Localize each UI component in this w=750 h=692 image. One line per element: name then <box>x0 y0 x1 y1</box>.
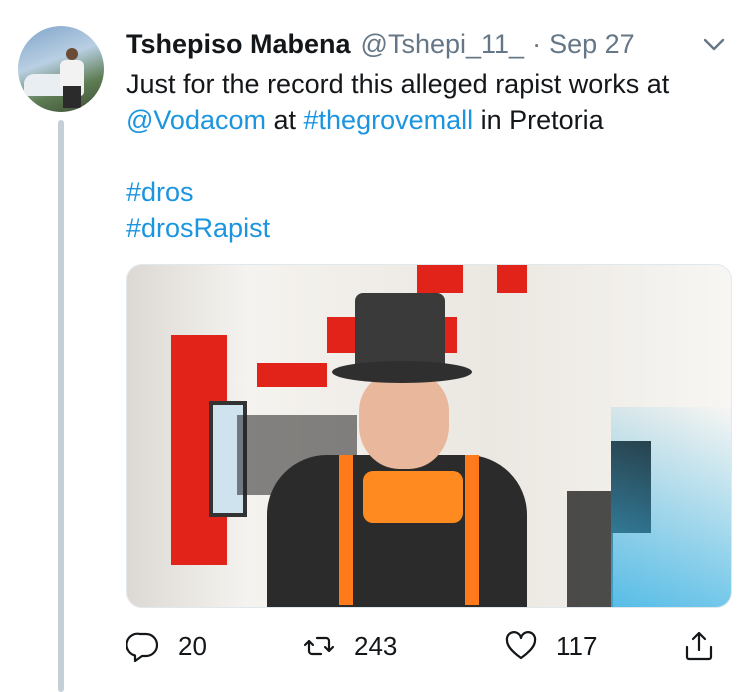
avatar-person-legs <box>63 86 81 108</box>
photo-person-face <box>359 373 449 469</box>
like-count: 117 <box>556 630 598 661</box>
mention-link[interactable]: @Vodacom <box>126 105 266 135</box>
thread-line <box>58 120 64 692</box>
like-button[interactable]: 117 <box>504 629 597 663</box>
tweet-line-1: Just for the record this alleged rapist … <box>126 66 726 102</box>
author-handle[interactable]: @Tshepi_11_ <box>361 29 525 60</box>
at-word: at <box>265 105 304 135</box>
photo-blue-glow <box>611 407 731 607</box>
heart-icon <box>505 631 537 660</box>
author-name[interactable]: Tshepiso Mabena <box>126 29 351 60</box>
photo-strap-left <box>339 455 353 605</box>
reply-button[interactable]: 20 <box>126 629 207 663</box>
avatar-person-body <box>60 60 84 88</box>
tweet-date[interactable]: Sep 27 <box>549 29 635 60</box>
photo-bow-tie <box>363 471 463 523</box>
hashtag-dros[interactable]: #dros <box>126 177 194 207</box>
hashtag-drosrapist[interactable]: #drosRapist <box>126 213 270 243</box>
tweet-header: Tshepiso Mabena @Tshepi_11_ · Sep 27 <box>126 26 720 62</box>
photo-red-banner <box>497 265 527 293</box>
tweet-actions: 20 243 117 <box>126 622 730 670</box>
photo-red-banner <box>417 265 463 293</box>
photo-hat-brim <box>332 361 472 383</box>
retweet-button[interactable]: 243 <box>302 629 397 663</box>
tweet-text: Just for the record this alleged rapist … <box>126 66 726 246</box>
photo-strap-right <box>465 455 479 605</box>
tweet-line-2: @Vodacom at #thegrovemall in Pretoria <box>126 102 726 138</box>
chevron-down-icon[interactable] <box>700 30 728 58</box>
reply-count: 20 <box>178 630 207 661</box>
retweet-icon <box>303 636 335 656</box>
photo-red-banner <box>257 363 327 387</box>
photo-kiosk <box>567 491 613 607</box>
reply-icon <box>126 632 159 663</box>
hashtag-thegrovemall[interactable]: #thegrovemall <box>304 105 474 135</box>
tweet-text-main: Just for the record this alleged rapist … <box>126 69 670 99</box>
avatar[interactable] <box>18 26 104 112</box>
photo-top-hat <box>355 293 445 371</box>
in-pretoria-text: in Pretoria <box>473 105 604 135</box>
share-button[interactable] <box>682 629 716 663</box>
retweet-count: 243 <box>354 630 398 661</box>
share-icon <box>685 631 713 661</box>
separator-dot: · <box>532 28 542 59</box>
avatar-person-head <box>66 48 78 60</box>
tweet-photo[interactable] <box>126 264 732 608</box>
